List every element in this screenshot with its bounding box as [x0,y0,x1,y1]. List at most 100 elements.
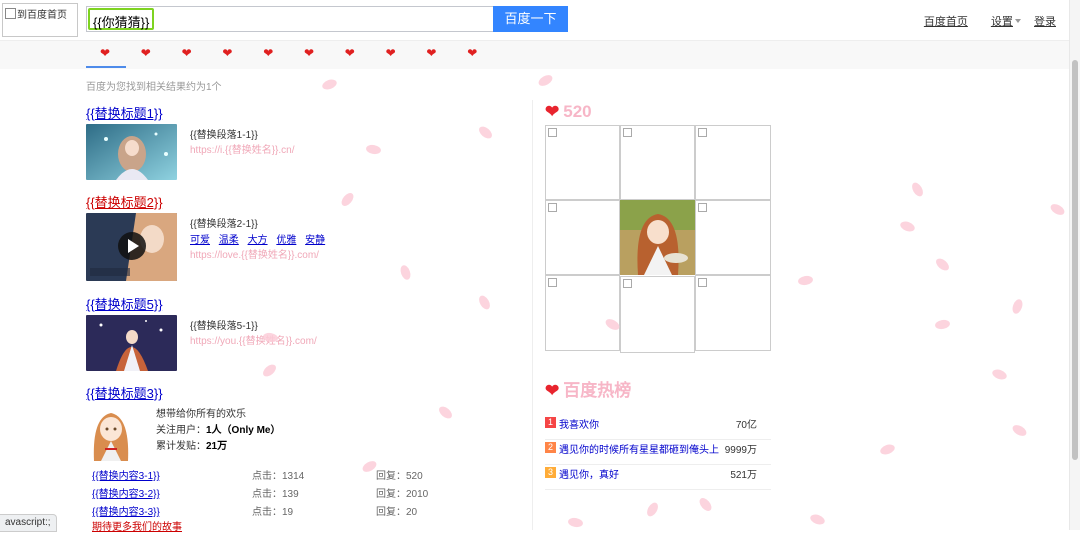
scroll-thumb[interactable] [1072,60,1078,460]
column-divider [532,100,533,530]
center-photo[interactable] [620,200,695,275]
tag-link[interactable]: 大方 [248,235,268,246]
photo-cell[interactable] [545,125,620,200]
hot-list-item[interactable]: 3 遇见你，真好 521万 [545,464,771,490]
result-url-1[interactable]: https://i.{{替换姓名}}.cn/ [190,141,295,156]
more-story-link[interactable]: 期待更多我们的故事 [92,518,182,533]
petal [1010,422,1029,439]
followers-label: 关注用户： [156,425,206,436]
forum-row-replies: 回复：20 [376,507,418,518]
hot-list-item[interactable]: 1 我喜欢你 70亿 [545,414,771,440]
top-links: 百度首页 设置 登录 [914,13,1056,29]
photo-cell[interactable] [695,125,771,200]
petal [797,274,814,287]
sidebar-title-520: ❤ 520 [545,102,592,122]
forum-posts: 累计发贴：21万 [156,437,227,452]
tag-link[interactable]: 可爱 [190,235,210,246]
hot-list-title: ❤ 百度热榜 [545,376,631,401]
forum-row-title[interactable]: {{替换内容3-1}} [92,471,160,482]
photo-cell[interactable] [620,276,695,353]
search-box[interactable]: {{你猜猜}} [86,6,494,32]
search-button[interactable]: 百度一下 [493,6,568,32]
broken-image-icon [698,278,707,287]
vertical-scrollbar[interactable] [1069,0,1080,530]
broken-image-icon [623,128,632,137]
hot-list-item[interactable]: 2 遇见你的时候所有星星都砸到俺头上 9999万 [545,439,771,465]
forum-followers: 关注用户：1人（Only Me） [156,421,280,436]
forum-row-replies: 回复：520 [376,471,423,482]
photo-cell[interactable] [695,275,771,351]
search-input[interactable]: {{你猜猜}} [88,8,154,30]
broken-image-icon [623,279,632,288]
broken-image-icon [548,203,557,212]
header: 到百度首页 {{你猜猜}} 百度一下 百度首页 设置 登录 [0,0,1070,40]
tab-heart-4[interactable]: ❤ [222,46,232,60]
result-paragraph-2: {{替换段落2-1}} [190,219,258,230]
photo-cell[interactable] [620,125,695,200]
result-paragraph-5: {{替换段落5-1}} [190,321,258,332]
tab-heart-3[interactable]: ❤ [182,46,192,60]
logo-alt-text: 到百度首页 [17,10,67,21]
petal [909,180,926,199]
forum-row-title[interactable]: {{替换内容3-2}} [92,489,160,500]
result-paragraph-1: {{替换段落1-1}} [190,130,258,141]
hot-item-text[interactable]: 遇见你的时候所有星星都砸到俺头上 [559,441,719,456]
broken-image-icon [548,128,557,137]
result-thumbnail-5[interactable] [86,315,177,371]
tab-heart-7[interactable]: ❤ [345,46,355,60]
petal [320,77,339,92]
active-tab-indicator [86,66,126,68]
photo-cell[interactable] [545,200,620,275]
tag-link[interactable]: 优雅 [276,235,296,246]
settings-label: 设置 [990,16,1013,28]
baidu-logo-link[interactable]: 到百度首页 [2,3,78,37]
hot-item-text[interactable]: 我喜欢你 [559,416,599,431]
result-title-5[interactable]: {{替换标题5}} [86,294,163,313]
petal [644,500,661,519]
result-title-1[interactable]: {{替换标题1}} [86,103,163,122]
status-bar-url: avascript:; [0,514,57,532]
broken-image-icon [5,8,16,19]
forum-title[interactable]: {{替换标题3}} [86,383,163,402]
forum-row-title[interactable]: {{替换内容3-3}} [92,507,160,518]
posts-label: 累计发贴： [156,441,206,452]
forum-row: {{替换内容3-3}} 点击：19 回复：20 [92,503,417,518]
forum-row-clicks: 点击：1314 [252,471,305,482]
petal [1048,201,1067,218]
settings-link[interactable]: 设置 [981,16,1021,28]
tag-link[interactable]: 安静 [305,235,325,246]
tab-heart-8[interactable]: ❤ [386,46,396,60]
photo-cell[interactable] [695,200,771,275]
photo-cell[interactable] [545,275,620,351]
petal [567,516,584,529]
tab-heart-5[interactable]: ❤ [263,46,273,60]
broken-image-icon [698,128,707,137]
hot-item-value: 70亿 [735,420,757,431]
tag-link[interactable]: 温柔 [219,235,239,246]
forum-row-replies: 回复：2010 [376,489,429,500]
result-video-thumbnail-2[interactable] [86,213,177,281]
result-url-2[interactable]: https://love.{{替换姓名}}.com/ [190,246,319,261]
petal [365,143,382,156]
tab-heart-9[interactable]: ❤ [426,46,436,60]
login-link[interactable]: 登录 [1034,16,1056,28]
forum-avatar[interactable] [86,405,136,461]
result-title-2[interactable]: {{替换标题2}} [86,192,163,211]
heart-icon: ❤ [545,381,560,400]
posts-value: 21万 [206,441,228,452]
tab-heart-6[interactable]: ❤ [304,46,314,60]
photo-grid [545,125,771,353]
petal [898,219,917,234]
broken-image-icon [548,278,557,287]
tab-heart-1[interactable]: ❤ [100,46,110,60]
result-thumbnail-1[interactable] [86,124,177,180]
result-url-5[interactable]: https://you.{{替换姓名}}.com/ [190,332,317,347]
broken-image-icon [698,203,707,212]
tab-heart-2[interactable]: ❤ [141,46,151,60]
hot-item-text[interactable]: 遇见你，真好 [559,466,619,481]
tab-heart-10[interactable]: ❤ [467,46,477,60]
home-link[interactable]: 百度首页 [924,16,968,28]
tab-bar: ❤ ❤ ❤ ❤ ❤ ❤ ❤ ❤ ❤ ❤ [0,40,1070,69]
petal [476,124,495,141]
forum-row-clicks: 点击：139 [252,489,299,500]
